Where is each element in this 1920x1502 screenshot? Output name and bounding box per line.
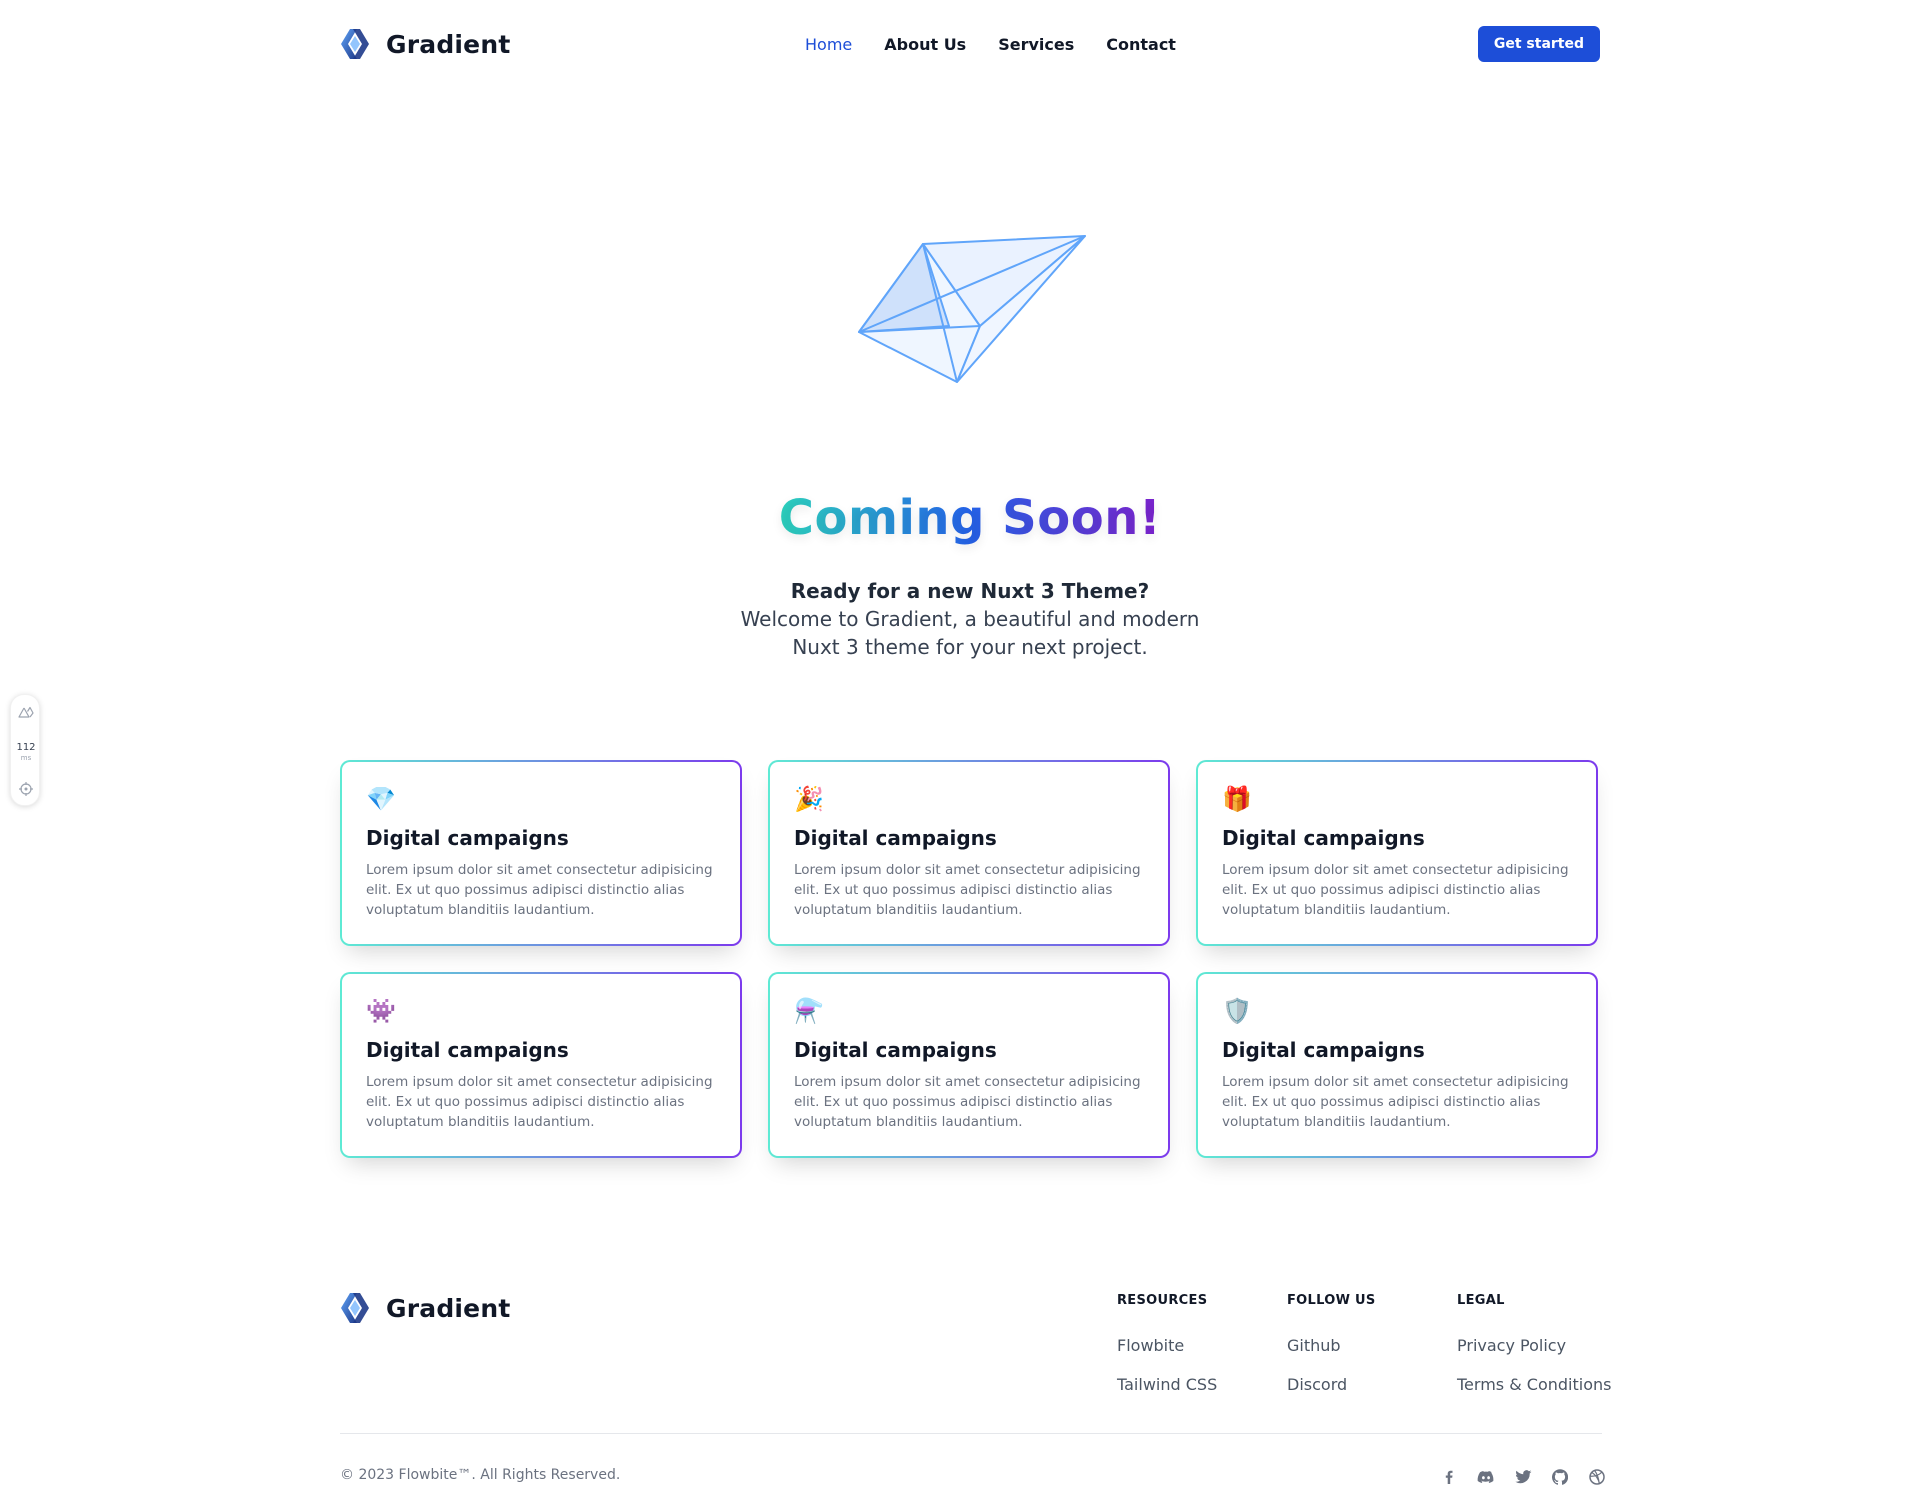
facebook-icon[interactable]: [1438, 1466, 1460, 1488]
card-title: Digital campaigns: [366, 1038, 569, 1062]
nuxt-icon[interactable]: [18, 705, 34, 721]
card-title: Digital campaigns: [366, 826, 569, 850]
twitter-icon[interactable]: [1512, 1466, 1534, 1488]
footer-link-tailwind[interactable]: Tailwind CSS: [1117, 1375, 1287, 1394]
nav-contact[interactable]: Contact: [1106, 35, 1176, 54]
flask-icon: ⚗️: [794, 997, 824, 1025]
shield-icon: 🛡️: [1222, 997, 1252, 1025]
party-popper-icon: 🎉: [794, 785, 824, 813]
nav-home[interactable]: Home: [805, 35, 852, 54]
nav-services[interactable]: Services: [998, 35, 1074, 54]
footer-heading: Follow us: [1287, 1293, 1376, 1308]
footer-column-legal: Legal Privacy Policy Terms & Conditions: [1457, 1293, 1627, 1394]
card-text: Lorem ipsum dolor sit amet consectetur a…: [366, 1074, 713, 1130]
gradient-logo-icon: [341, 29, 369, 59]
footer-link-discord[interactable]: Discord: [1287, 1375, 1457, 1394]
gradient-logo-icon: [341, 1293, 369, 1323]
footer-column-resources: Resources Flowbite Tailwind CSS: [1117, 1293, 1287, 1394]
feature-card: 🎁 Digital campaigns Lorem ipsum dolor si…: [1196, 760, 1598, 946]
footer-heading: Legal: [1457, 1293, 1505, 1308]
card-text: Lorem ipsum dolor sit amet consectetur a…: [1222, 862, 1569, 918]
card-title: Digital campaigns: [794, 826, 997, 850]
page-title-text: Coming Soon!: [778, 490, 1162, 546]
feature-card: 💎 Digital campaigns Lorem ipsum dolor si…: [340, 760, 742, 946]
brand-name: Gradient: [386, 29, 511, 59]
discord-icon[interactable]: [1475, 1466, 1497, 1488]
social-links: [1438, 1466, 1608, 1488]
hero-lead: Ready for a new Nuxt 3 Theme?: [790, 579, 1150, 603]
card-text: Lorem ipsum dolor sit amet consectetur a…: [1222, 1074, 1569, 1130]
footer-column-follow-us: Follow us Github Discord: [1287, 1293, 1457, 1394]
footer-link-privacy[interactable]: Privacy Policy: [1457, 1336, 1627, 1355]
site-header: Gradient Home About Us Services Contact …: [340, 24, 1600, 64]
crosshair-icon[interactable]: [18, 781, 34, 797]
dribbble-icon[interactable]: [1586, 1466, 1608, 1488]
feature-card: 🛡️ Digital campaigns Lorem ipsum dolor s…: [1196, 972, 1598, 1158]
brand[interactable]: Gradient: [340, 24, 511, 64]
get-started-button[interactable]: Get started: [1477, 26, 1600, 62]
feature-card: ⚗️ Digital campaigns Lorem ipsum dolor s…: [768, 972, 1170, 1158]
footer-link-github[interactable]: Github: [1287, 1336, 1457, 1355]
main-nav: Home About Us Services Contact: [805, 24, 1208, 64]
feature-card: 👾 Digital campaigns Lorem ipsum dolor si…: [340, 972, 742, 1158]
paper-plane-illustration: [858, 235, 1086, 383]
card-title: Digital campaigns: [1222, 826, 1425, 850]
footer-link-flowbite[interactable]: Flowbite: [1117, 1336, 1287, 1355]
alien-monster-icon: 👾: [366, 997, 396, 1025]
hero-line-1: Welcome to Gradient, a beautiful and mod…: [740, 607, 1200, 631]
footer-heading: Resources: [1117, 1293, 1208, 1308]
footer-divider: [340, 1433, 1602, 1434]
feature-card: 🎉 Digital campaigns Lorem ipsum dolor si…: [768, 760, 1170, 946]
footer-brand[interactable]: Gradient: [340, 1288, 511, 1328]
copyright: © 2023 Flowbite™. All Rights Reserved.: [340, 1467, 621, 1483]
page-title: Coming Soon!: [0, 490, 1920, 546]
gem-icon: 💎: [366, 785, 396, 813]
render-time-unit: ms: [20, 754, 32, 762]
footer-brand-name: Gradient: [386, 1293, 511, 1323]
hero-subtitle: Ready for a new Nuxt 3 Theme? Welcome to…: [0, 577, 1920, 661]
render-time-value: 112: [16, 742, 36, 753]
hero-line-2: Nuxt 3 theme for your next project.: [792, 635, 1148, 659]
card-text: Lorem ipsum dolor sit amet consectetur a…: [794, 1074, 1141, 1130]
github-icon[interactable]: [1549, 1466, 1571, 1488]
card-text: Lorem ipsum dolor sit amet consectetur a…: [366, 862, 713, 918]
footer-columns: Resources Flowbite Tailwind CSS Follow u…: [1117, 1293, 1627, 1394]
feature-cards: 💎 Digital campaigns Lorem ipsum dolor si…: [340, 760, 1602, 1158]
card-title: Digital campaigns: [794, 1038, 997, 1062]
footer-link-terms[interactable]: Terms & Conditions: [1457, 1375, 1627, 1394]
gift-icon: 🎁: [1222, 785, 1252, 813]
devtools-widget[interactable]: 112 ms: [10, 694, 40, 806]
card-title: Digital campaigns: [1222, 1038, 1425, 1062]
nav-about-us[interactable]: About Us: [884, 35, 966, 54]
card-text: Lorem ipsum dolor sit amet consectetur a…: [794, 862, 1141, 918]
